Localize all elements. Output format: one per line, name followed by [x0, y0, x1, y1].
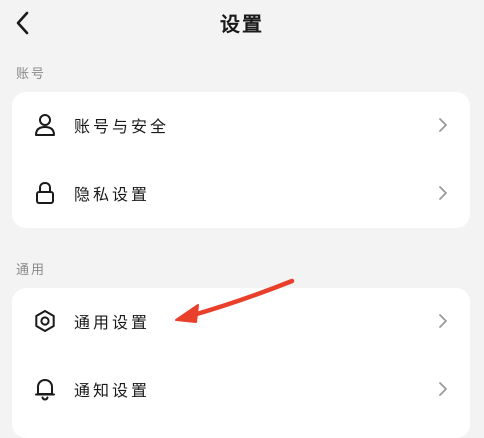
gear-icon [33, 309, 57, 333]
row-privacy-settings[interactable]: 隐私设置 [12, 160, 470, 226]
row-general-settings[interactable]: 通用设置 [12, 288, 470, 354]
row-label-privacy-settings: 隐私设置 [74, 185, 151, 204]
page-title: 设置 [220, 12, 264, 36]
chevron-right-icon [436, 185, 450, 201]
section-label-account: 账号 [16, 67, 47, 82]
lock-icon [33, 181, 57, 205]
bell-icon [33, 377, 57, 401]
row-label-notification-settings: 通知设置 [74, 381, 151, 400]
header-bar: 设置 [0, 0, 484, 50]
section-label-general: 通用 [16, 263, 47, 278]
general-settings-card: 通用设置 通知设置 [12, 288, 470, 438]
row-label-general-settings: 通用设置 [74, 313, 151, 332]
row-notification-settings[interactable]: 通知设置 [12, 356, 470, 422]
account-settings-card: 账号与安全 隐私设置 [12, 92, 470, 228]
row-account-security[interactable]: 账号与安全 [12, 92, 470, 158]
chevron-right-icon [436, 117, 450, 133]
row-label-account-security: 账号与安全 [74, 117, 170, 136]
chevron-right-icon [436, 313, 450, 329]
user-icon [33, 113, 57, 137]
chevron-right-icon [436, 381, 450, 397]
